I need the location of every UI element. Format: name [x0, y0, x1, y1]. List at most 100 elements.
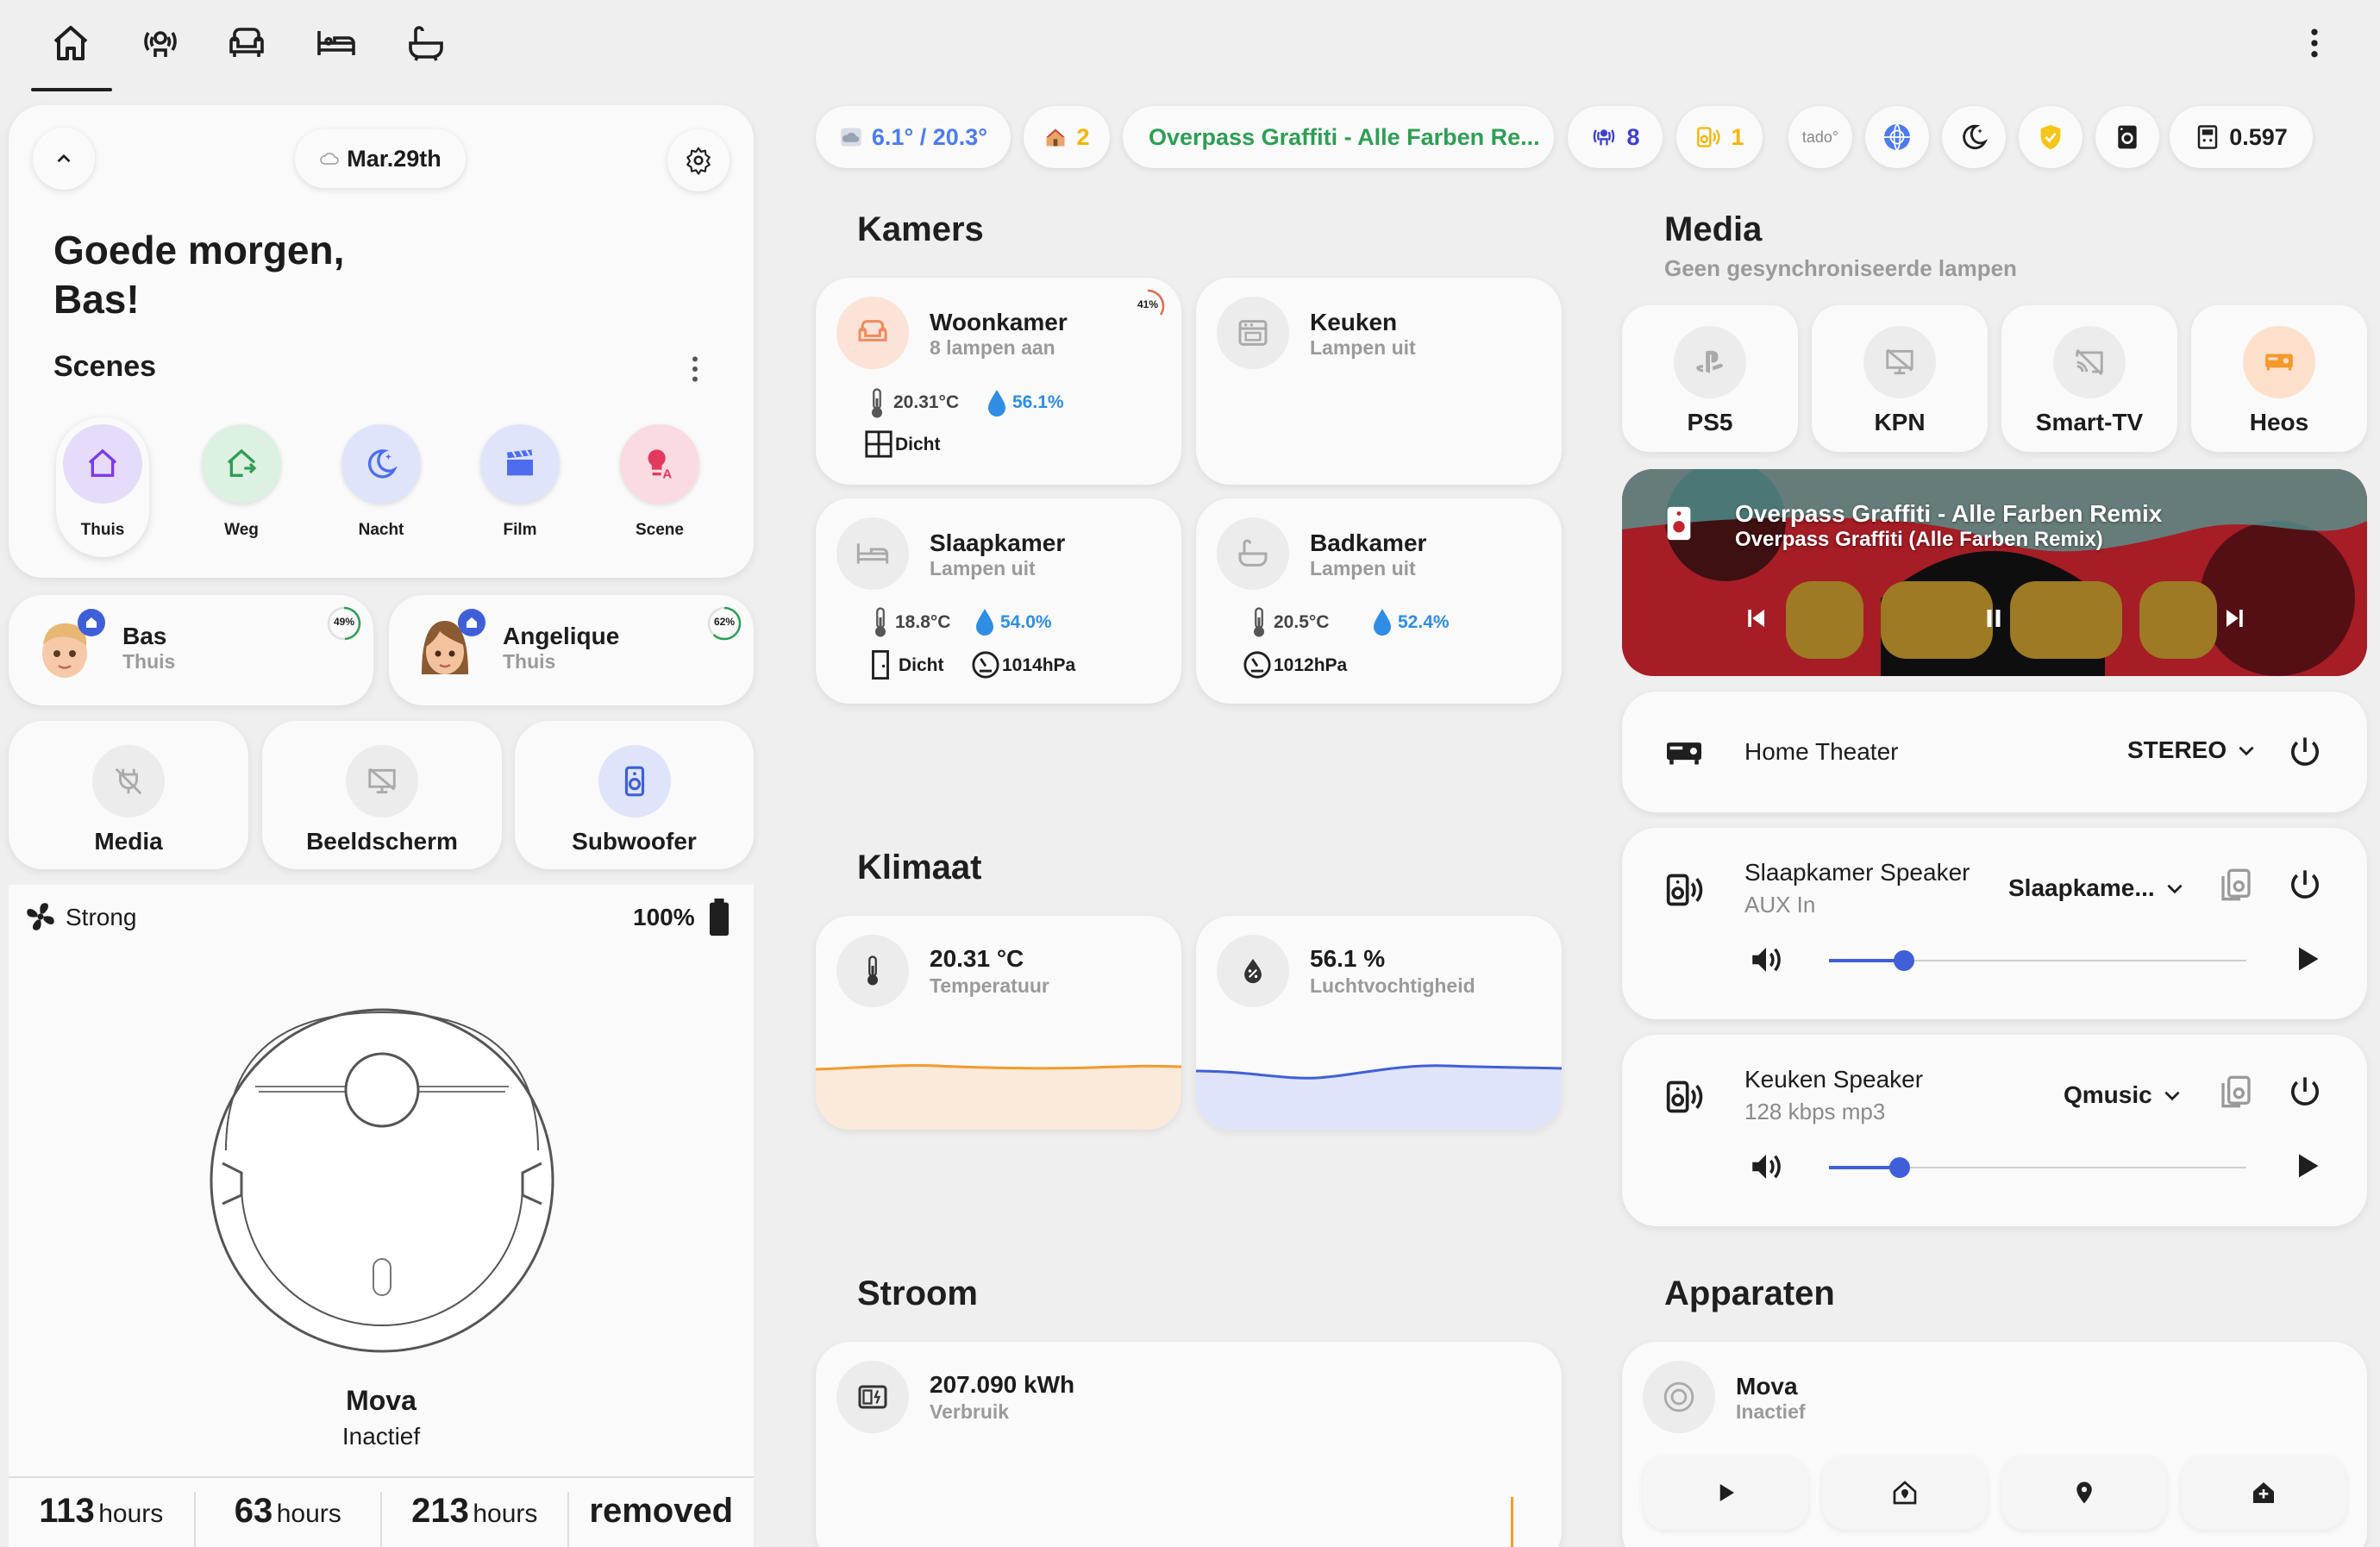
scene-nacht[interactable]: Nacht	[335, 417, 428, 557]
device-card-mova[interactable]: Mova Inactief	[1622, 1342, 2367, 1547]
lights-chip[interactable]: 8	[1568, 106, 1663, 168]
meter-icon	[2197, 125, 2218, 149]
now-playing-title: Overpass Graffiti - Alle Farben Re...	[1149, 123, 1540, 150]
fan-speed[interactable]: Strong	[66, 904, 137, 931]
room-card-slaapkamer[interactable]: Slaapkamer Lampen uit 18.8°C 54.0% Dicht…	[816, 498, 1181, 704]
vacuum-return-home-button[interactable]	[2181, 1456, 2346, 1530]
energy-chip[interactable]: 0.597	[2170, 106, 2313, 168]
speakers-chip[interactable]: 1	[1676, 106, 1763, 168]
night-mode-chip[interactable]	[1942, 106, 2006, 168]
speaker-card-keuken[interactable]: Keuken Speaker 128 kbps mp3 Qmusic	[1622, 1035, 2367, 1226]
home-theater-card[interactable]: Home Theater STEREO	[1622, 692, 2367, 812]
room-temp: 20.5°C	[1274, 612, 1330, 632]
media-source-label: KPN	[1874, 409, 1926, 435]
quick-label: Media	[94, 828, 163, 855]
media-toggle[interactable]: Media	[9, 721, 248, 869]
media-source-smart-tv[interactable]: Smart-TV	[2001, 305, 2177, 452]
subwoofer-toggle[interactable]: Subwoofer	[515, 721, 754, 869]
speaker-group-icon[interactable]	[2219, 1074, 2253, 1109]
globe-network-icon	[1884, 123, 1910, 151]
media-source-heos[interactable]: Heos	[2191, 305, 2367, 452]
source-select[interactable]: Qmusic	[2064, 1081, 2183, 1109]
person-card-bas[interactable]: Bas Thuis 49%	[9, 595, 373, 705]
ceiling-lights-icon	[1594, 129, 1615, 146]
home-icon[interactable]	[50, 22, 91, 64]
person-card-angelique[interactable]: Angelique Thuis 62%	[389, 595, 754, 705]
media-source-ps5[interactable]: PS5	[1622, 305, 1798, 452]
speaker-group-icon[interactable]	[2219, 867, 2253, 902]
playstation-icon	[1696, 350, 1724, 373]
power-icon[interactable]	[2288, 867, 2322, 902]
stat-item: removed	[589, 1492, 734, 1530]
speaker-card-slaapkamer[interactable]: Slaapkamer Speaker AUX In Slaapkame...	[1622, 828, 2367, 1019]
tado-logo: tado°	[1801, 128, 1839, 146]
security-chip[interactable]	[2019, 106, 2082, 168]
vacuum-start-button[interactable]	[1643, 1456, 1808, 1530]
volume-icon[interactable]	[1748, 1149, 1784, 1185]
moon-icon	[1963, 124, 1989, 150]
tado-chip[interactable]: tado°	[1788, 106, 1852, 168]
source-select[interactable]: Slaapkame...	[2008, 874, 2186, 902]
scene-scene[interactable]: A Scene	[613, 417, 706, 557]
climate-label: Temperatuur	[930, 974, 1049, 997]
network-chip[interactable]	[1865, 106, 1929, 168]
sofa-icon[interactable]	[226, 22, 267, 64]
weather-chip[interactable]: 6.1° / 20.3°	[816, 106, 1011, 168]
bed-icon	[856, 543, 889, 564]
battery-label: 62%	[713, 616, 736, 628]
quick-label: Beeldscherm	[306, 828, 458, 855]
room-card-keuken[interactable]: Keuken Lampen uit	[1196, 278, 1562, 485]
room-card-badkamer[interactable]: Badkamer Lampen uit 20.5°C 52.4% 1012hPa	[1196, 498, 1562, 704]
audio-receiver-icon	[2265, 354, 2293, 371]
settings-button[interactable]	[667, 129, 730, 191]
power-icon[interactable]	[2288, 735, 2322, 769]
droplet-icon	[1374, 609, 1391, 636]
room-card-woonkamer[interactable]: Woonkamer 8 lampen aan 41% 20.31°C 56.1%…	[816, 278, 1181, 485]
droplet-icon	[988, 390, 1005, 416]
home-badge	[458, 609, 485, 636]
next-track-icon[interactable]	[2222, 605, 2248, 631]
vacuum-dock-button[interactable]	[1822, 1456, 1988, 1530]
room-humidity: 54.0%	[1000, 612, 1052, 632]
climate-card-humidity[interactable]: 56.1 % Luchtvochtigheid	[1196, 916, 1562, 1130]
power-icon	[836, 1361, 909, 1433]
play-icon[interactable]	[2291, 1150, 2322, 1181]
pause-icon[interactable]	[1981, 605, 2007, 631]
dots-vertical-icon[interactable]	[2297, 24, 2332, 62]
room-icon	[836, 517, 909, 590]
gear-icon	[686, 147, 711, 175]
sound-mode-select[interactable]: STEREO	[2127, 736, 2258, 764]
previous-track-icon[interactable]	[1743, 605, 1769, 631]
gauge-icon	[1243, 651, 1271, 679]
climate-card-temperature[interactable]: 20.31 °C Temperatuur	[816, 916, 1181, 1130]
media-player-card[interactable]: Overpass Graffiti - Alle Farben Remix Ov…	[1622, 469, 2367, 676]
volume-slider[interactable]	[1829, 1157, 2246, 1178]
speakers-count: 1	[1731, 123, 1744, 150]
scene-weg[interactable]: Weg	[195, 417, 288, 557]
play-icon[interactable]	[2291, 943, 2322, 974]
home-map-marker-icon	[1893, 1481, 1917, 1505]
beeldscherm-toggle[interactable]: Beeldscherm	[262, 721, 502, 869]
bed-icon[interactable]	[316, 22, 357, 64]
scenes-menu-icon[interactable]	[678, 352, 712, 386]
washer-chip[interactable]	[2095, 106, 2159, 168]
power-card[interactable]: 207.090 kWh Verbruik	[816, 1342, 1562, 1547]
bathtub-icon[interactable]	[405, 22, 447, 64]
scene-film[interactable]: Film	[473, 417, 567, 557]
media-source-kpn[interactable]: KPN	[1812, 305, 1988, 452]
collapse-button[interactable]	[33, 128, 95, 190]
room-temp: 20.31°C	[893, 392, 960, 412]
power-icon[interactable]	[2288, 1074, 2322, 1109]
date-chip[interactable]: Mar.29th	[295, 129, 466, 188]
volume-icon[interactable]	[1748, 942, 1784, 978]
speaker-sub: 128 kbps mp3	[1744, 1099, 1886, 1124]
now-playing-chip[interactable]: Overpass Graffiti - Alle Farben Re...	[1123, 106, 1554, 168]
audio-receiver-icon	[1667, 742, 1701, 765]
scene-thuis[interactable]: Thuis	[56, 417, 149, 557]
bathtub-icon	[1238, 539, 1268, 567]
temperature-sparkline	[816, 1063, 1181, 1130]
home-count-chip[interactable]: 2	[1024, 106, 1110, 168]
occupancy-icon[interactable]	[140, 22, 181, 64]
volume-slider[interactable]	[1829, 950, 2246, 971]
vacuum-locate-button[interactable]	[2001, 1456, 2167, 1530]
